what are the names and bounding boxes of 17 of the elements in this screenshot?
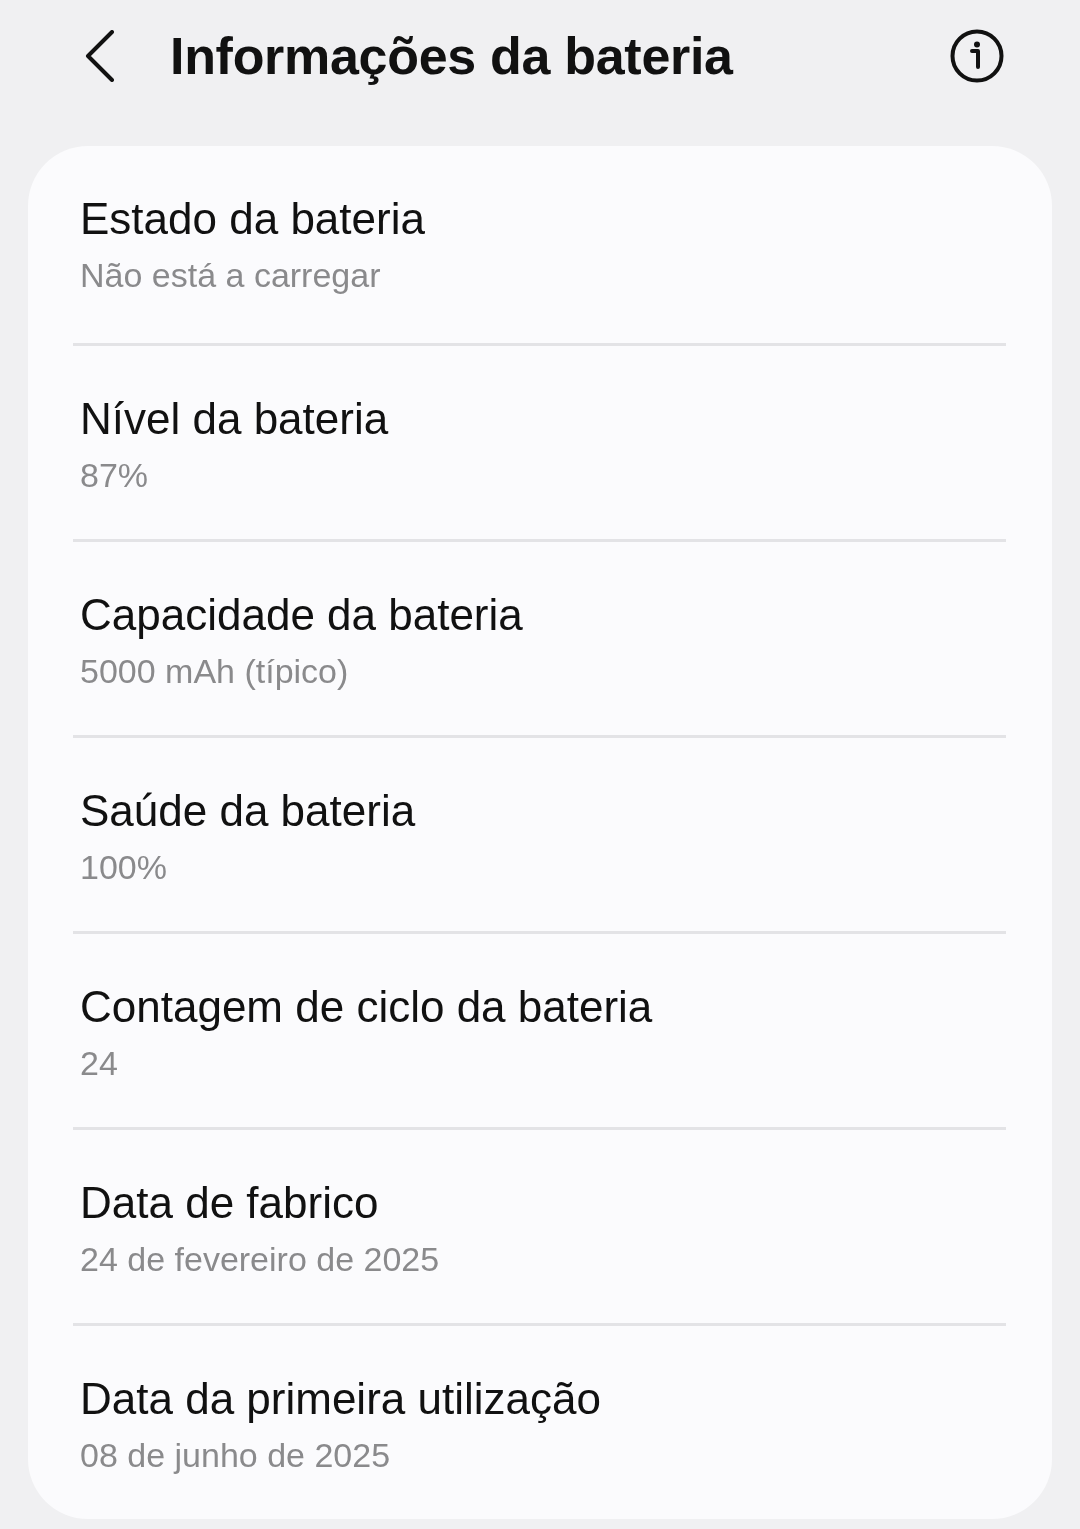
item-value: 24 [80, 1043, 118, 1084]
info-icon[interactable] [950, 29, 1004, 83]
item-title: Data da primeira utilização [80, 1373, 601, 1425]
item-title: Capacidade da bateria [80, 589, 523, 641]
item-value: 08 de junho de 2025 [80, 1435, 391, 1476]
back-icon[interactable] [85, 30, 115, 82]
item-title: Saúde da bateria [80, 785, 416, 837]
item-value: 24 de fevereiro de 2025 [80, 1239, 440, 1280]
item-title: Data de fabrico [80, 1177, 379, 1229]
item-title: Nível da bateria [80, 393, 389, 445]
item-value: Não está a carregar [80, 255, 381, 296]
item-title: Estado da bateria [80, 193, 425, 245]
item-value: 100% [80, 847, 167, 888]
page-title: Informações da bateria [170, 26, 733, 87]
item-value: 5000 mAh (típico) [80, 651, 349, 692]
item-title: Contagem de ciclo da bateria [80, 981, 653, 1033]
item-value: 87% [80, 455, 149, 496]
